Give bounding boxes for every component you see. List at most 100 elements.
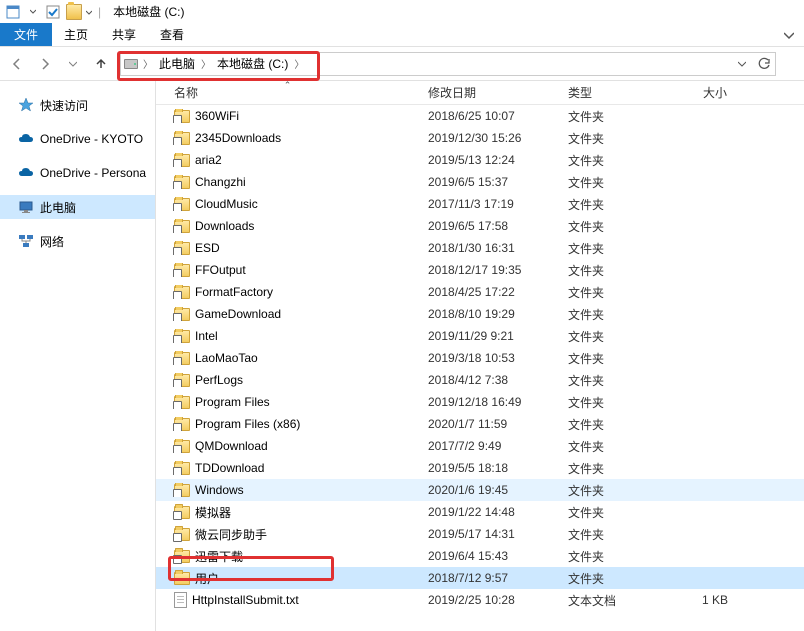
qat-dropdown-2-icon[interactable] [86, 5, 92, 19]
crumb-drive-c[interactable]: 本地磁盘 (C:) [213, 53, 292, 75]
file-date: 2018/6/25 10:07 [420, 109, 560, 123]
file-date: 2019/5/13 12:24 [420, 153, 560, 167]
file-type: 文件夹 [560, 482, 660, 499]
file-name: QMDownload [195, 439, 268, 453]
file-name: GameDownload [195, 307, 281, 321]
sidebar-label: 快速访问 [40, 97, 88, 114]
chevron-right-icon[interactable]: 〉 [141, 56, 155, 71]
sidebar-item-onedrive-1[interactable]: OneDrive - KYOTO [0, 127, 155, 151]
view-tab[interactable]: 查看 [148, 23, 196, 46]
file-row[interactable]: aria2 2019/5/13 12:24文件夹 [156, 149, 804, 171]
file-rows[interactable]: 360WiFi2018/6/25 10:07文件夹 2345Downloads 20… [156, 105, 804, 631]
folder-icon [174, 330, 190, 343]
file-row[interactable]: Windows2020/1/6 19:45文件夹 [156, 479, 804, 501]
back-button[interactable] [4, 51, 30, 77]
home-tab[interactable]: 主页 [52, 23, 100, 46]
file-type: 文件夹 [560, 284, 660, 301]
file-row[interactable]: QMDownload2017/7/2 9:49文件夹 [156, 435, 804, 457]
file-row[interactable]: Program Files (x86)2020/1/7 11:59文件夹 [156, 413, 804, 435]
file-date: 2019/12/18 16:49 [420, 395, 560, 409]
file-row[interactable]: FormatFactory2018/4/25 17:22文件夹 [156, 281, 804, 303]
file-row[interactable]: Intel2019/11/29 9:21文件夹 [156, 325, 804, 347]
file-name-cell: Intel [156, 329, 420, 343]
sidebar-item-network[interactable]: 网络 [0, 229, 155, 253]
window-title: 本地磁盘 (C:) [113, 3, 184, 20]
file-name: HttpInstallSubmit.txt [192, 593, 299, 607]
refresh-icon[interactable] [753, 53, 775, 75]
file-type: 文件夹 [560, 416, 660, 433]
file-row[interactable]: FFOutput2018/12/17 19:35文件夹 [156, 259, 804, 281]
file-tab[interactable]: 文件 [0, 23, 52, 46]
file-name: ESD [195, 241, 220, 255]
column-header-type[interactable]: 类型 [560, 81, 660, 104]
file-name: 2345Downloads [195, 131, 281, 145]
file-date: 2018/7/12 9:57 [420, 571, 560, 585]
file-row[interactable]: CloudMusic2017/11/3 17:19文件夹 [156, 193, 804, 215]
file-type: 文件夹 [560, 548, 660, 565]
column-header-date[interactable]: 修改日期 [420, 81, 560, 104]
column-header-name[interactable]: 名称 ⌃ [156, 81, 420, 104]
sidebar-label: OneDrive - Persona [40, 166, 146, 180]
file-date: 2019/6/5 15:37 [420, 175, 560, 189]
file-row[interactable]: HttpInstallSubmit.txt2019/2/25 10:28文本文档… [156, 589, 804, 611]
file-name-cell: PerfLogs [156, 373, 420, 387]
file-type: 文件夹 [560, 196, 660, 213]
recent-dropdown-icon[interactable] [60, 51, 86, 77]
chevron-right-icon[interactable]: 〉 [199, 56, 213, 71]
folder-icon [174, 418, 190, 431]
file-name-cell: ESD [156, 241, 420, 255]
file-name: PerfLogs [195, 373, 243, 387]
file-name: Program Files [195, 395, 270, 409]
search-box[interactable] [782, 52, 800, 76]
file-row[interactable]: Program Files2019/12/18 16:49文件夹 [156, 391, 804, 413]
file-row[interactable]: Changzhi2019/6/5 15:37文件夹 [156, 171, 804, 193]
file-row[interactable]: LaoMaoTao2019/3/18 10:53文件夹 [156, 347, 804, 369]
file-type: 文件夹 [560, 570, 660, 587]
file-row[interactable]: Downloads2019/6/5 17:58文件夹 [156, 215, 804, 237]
forward-button[interactable] [32, 51, 58, 77]
file-row[interactable]: 模拟器2019/1/22 14:48文件夹 [156, 501, 804, 523]
address-dropdown-icon[interactable] [731, 53, 753, 75]
file-row[interactable]: PerfLogs2018/4/12 7:38文件夹 [156, 369, 804, 391]
file-row[interactable]: 2345Downloads2019/12/30 15:26文件夹 [156, 127, 804, 149]
file-date: 2019/2/25 10:28 [420, 593, 560, 607]
file-date: 2019/12/30 15:26 [420, 131, 560, 145]
qat-dropdown-icon[interactable] [24, 3, 42, 21]
file-date: 2018/8/10 19:29 [420, 307, 560, 321]
file-type: 文件夹 [560, 152, 660, 169]
sidebar-item-this-pc[interactable]: 此电脑 [0, 195, 155, 219]
file-row[interactable]: 迅雷下载2019/6/4 15:43文件夹 [156, 545, 804, 567]
sidebar-item-quick-access[interactable]: 快速访问 [0, 93, 155, 117]
folder-icon [174, 396, 190, 409]
file-type: 文件夹 [560, 526, 660, 543]
file-name-cell: HttpInstallSubmit.txt [156, 592, 420, 608]
share-tab[interactable]: 共享 [100, 23, 148, 46]
column-header-size[interactable]: 大小 [660, 81, 740, 104]
folder-icon [174, 506, 190, 519]
file-row[interactable]: ESD2018/1/30 16:31文件夹 [156, 237, 804, 259]
address-bar[interactable]: 〉 此电脑 〉 本地磁盘 (C:) 〉 [120, 52, 776, 76]
sidebar-item-onedrive-2[interactable]: OneDrive - Persona [0, 161, 155, 185]
file-name: 迅雷下载 [195, 548, 243, 565]
file-row[interactable]: 用户 2018/7/12 9:57文件夹 [156, 567, 804, 589]
file-name-cell: Program Files [156, 395, 420, 409]
file-type: 文件夹 [560, 438, 660, 455]
file-date: 2019/1/22 14:48 [420, 505, 560, 519]
file-name: aria2 [195, 153, 222, 167]
file-row[interactable]: 360WiFi2018/6/25 10:07文件夹 [156, 105, 804, 127]
properties-icon[interactable] [4, 3, 22, 21]
file-date: 2018/1/30 16:31 [420, 241, 560, 255]
chevron-right-icon[interactable]: 〉 [292, 56, 306, 71]
crumb-this-pc[interactable]: 此电脑 [155, 53, 199, 75]
checkbox-icon[interactable] [44, 3, 62, 21]
file-type: 文件夹 [560, 174, 660, 191]
file-row[interactable]: GameDownload2018/8/10 19:29文件夹 [156, 303, 804, 325]
file-name: 用户 [195, 570, 219, 587]
up-button[interactable] [88, 51, 114, 77]
sort-indicator-icon: ⌃ [284, 81, 292, 91]
expand-ribbon-icon[interactable] [774, 23, 804, 46]
file-row[interactable]: TDDownload2019/5/5 18:18文件夹 [156, 457, 804, 479]
navigation-pane[interactable]: 快速访问 OneDrive - KYOTO OneDrive - Persona… [0, 81, 156, 631]
breadcrumb: 〉 此电脑 〉 本地磁盘 (C:) 〉 [141, 53, 306, 75]
file-row[interactable]: 微云同步助手2019/5/17 14:31文件夹 [156, 523, 804, 545]
